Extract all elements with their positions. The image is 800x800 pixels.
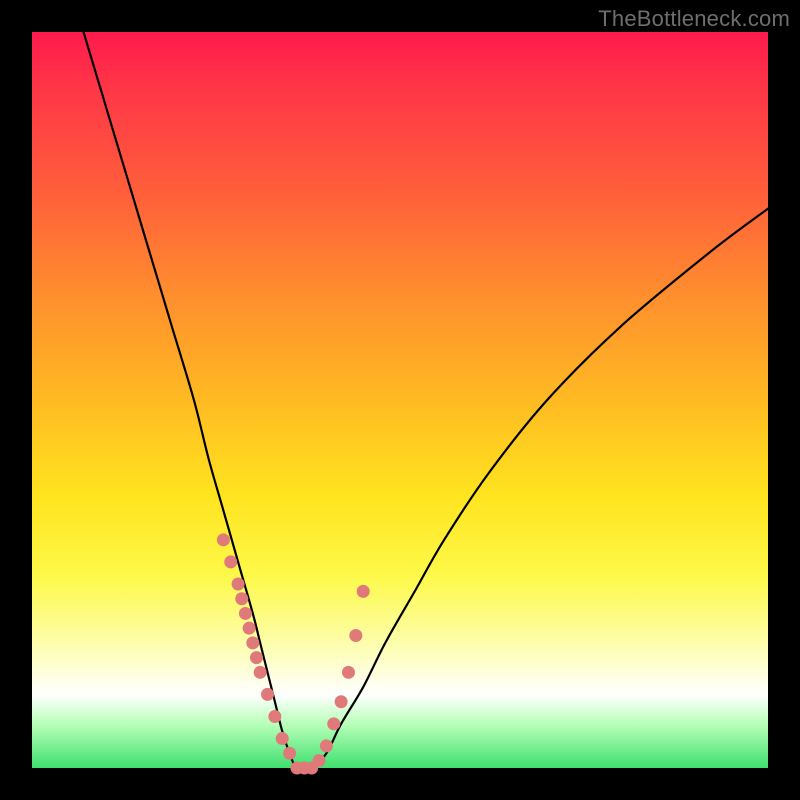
plot-area — [32, 32, 768, 768]
highlight-dot — [254, 666, 267, 679]
highlight-dot — [239, 607, 252, 620]
highlight-dot — [224, 555, 237, 568]
chart-frame: TheBottleneck.com — [0, 0, 800, 800]
highlight-dot — [268, 710, 281, 723]
highlight-dot — [250, 651, 263, 664]
highlight-dot — [276, 732, 289, 745]
highlight-dot — [283, 747, 296, 760]
highlight-dot — [261, 688, 274, 701]
highlight-dot — [246, 636, 259, 649]
highlight-dot — [243, 622, 256, 635]
highlight-dot — [342, 666, 355, 679]
curve-svg — [32, 32, 768, 768]
watermark-text: TheBottleneck.com — [598, 6, 790, 32]
highlight-dot — [327, 717, 340, 730]
highlight-dot — [217, 533, 230, 546]
highlight-dot — [320, 739, 333, 752]
highlight-dot — [357, 585, 370, 598]
highlight-dot — [232, 578, 245, 591]
highlight-dot — [235, 592, 248, 605]
highlight-dot — [349, 629, 362, 642]
bottleneck-curve — [84, 32, 768, 770]
highlight-dot — [313, 754, 326, 767]
highlight-dot — [335, 695, 348, 708]
